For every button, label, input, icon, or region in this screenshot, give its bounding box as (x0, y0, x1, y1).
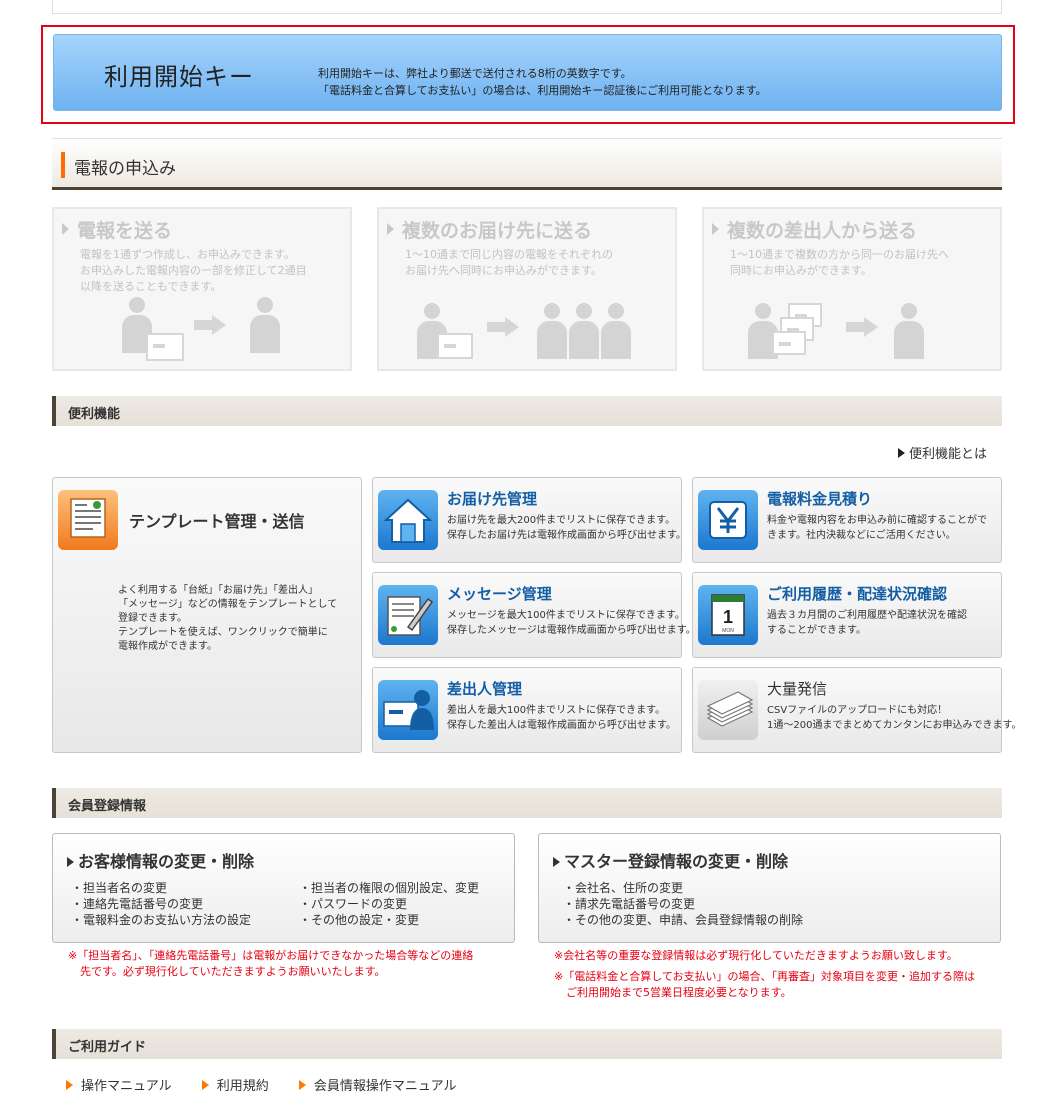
calendar-day: 1 (723, 607, 733, 627)
customer-info-title: お客様情報の変更・削除 (78, 852, 255, 871)
sender-card-icon (378, 680, 438, 740)
feature-title: お届け先管理 (447, 490, 538, 508)
member-section-header: 会員登録情報 (52, 788, 1002, 818)
arrow-icon (846, 317, 880, 337)
person-icon (537, 303, 567, 359)
sender-management-card[interactable]: 差出人管理 差出人を最大100件までリストに保存できます。 保存した差出人は電報… (372, 667, 682, 753)
yen-icon (698, 490, 758, 550)
person-icon (748, 303, 778, 359)
card-title: 複数のお届け先に送る (402, 220, 593, 242)
calendar-icon: 1 MON (698, 585, 758, 645)
accent-bar (61, 152, 65, 178)
message-management-card[interactable]: メッセージ管理 メッセージを最大100件までリストに保存できます。 保存したメッ… (372, 572, 696, 658)
list-item: ・担当者の権限の個別設定、変更 (299, 881, 480, 895)
list-item: ・請求先電話番号の変更 (563, 897, 696, 911)
application-section-header: 電報の申込み (52, 138, 1002, 190)
application-section-title: 電報の申込み (74, 159, 176, 179)
start-key-title: 利用開始キー (104, 63, 254, 91)
send-telegram-card[interactable]: 電報を送る 電報を1通ずつ作成し、お申込みできます。 お申込みした電報内容の一部… (52, 207, 352, 371)
start-key-description: 利用開始キーは、弊社より郵送で送付される8桁の英数字です。 「電話料金と合算して… (318, 67, 767, 97)
triangle-right-icon (66, 1080, 73, 1090)
master-info-title: マスター登録情報の変更・削除 (564, 852, 789, 871)
triangle-right-icon (67, 857, 74, 867)
convenience-section-header: 便利機能 (52, 396, 1002, 426)
card-description: 電報を1通ずつ作成し、お申込みできます。 お申込みした電報内容の一部を修正して2… (80, 248, 307, 293)
operation-manual-link[interactable]: 操作マニュアル (66, 1079, 172, 1094)
list-item: ・会社名、住所の変更 (563, 881, 684, 895)
card-title: 電報を送る (77, 220, 173, 242)
master-info-list: ・会社名、住所の変更 ・請求先電話番号の変更 ・その他の変更、申請、会員登録情報… (563, 880, 803, 928)
member-info-manual-link[interactable]: 会員情報操作マニュアル (298, 1079, 457, 1094)
guide-links: 操作マニュアル 利用規約 会員情報操作マニュアル (66, 1075, 483, 1094)
start-key-banner: 利用開始キー 利用開始キーは、弊社より郵送で送付される8桁の英数字です。 「電話… (53, 34, 1002, 111)
list-item: ・パスワードの変更 (299, 897, 408, 911)
guide-section-title: ご利用ガイド (68, 1040, 147, 1055)
envelope-icon (146, 333, 184, 361)
person-icon (569, 303, 599, 359)
arrow-icon (194, 315, 228, 335)
history-delivery-status-card[interactable]: 1 MON ご利用履歴・配達状況確認 過去３カ月間のご利用履歴や配達状況を確認 … (692, 572, 1002, 658)
feature-title: ご利用履歴・配達状況確認 (767, 585, 948, 603)
fee-estimate-card[interactable]: 電報料金見積り 料金や電報内容をお申込み前に確認することがで きます。社内決裁な… (692, 477, 1002, 563)
about-convenience-link[interactable]: 便利機能とは (898, 443, 987, 462)
customer-info-list-left: ・担当者名の変更 ・連絡先電話番号の変更 ・電報料金のお支払い方法の設定 (71, 880, 251, 928)
house-icon (378, 490, 438, 550)
template-description: よく利用する「台紙」「お届け先」「差出人」 「メッセージ」などの情報をテンプレー… (118, 585, 338, 652)
person-icon (601, 303, 631, 359)
person-icon (250, 297, 280, 353)
arrow-right-icon (62, 223, 69, 235)
arrow-right-icon (712, 223, 719, 235)
person-icon (894, 303, 924, 359)
list-item: ・連絡先電話番号の変更 (71, 897, 204, 911)
template-title: テンプレート管理・送信 (129, 512, 305, 531)
master-info-note-2: ※「電話料金と合算してお支払い」の場合、「再審査」対象項目を変更・追加する際は … (554, 970, 976, 999)
card-description: 1～10通まで同じ内容の電報をそれぞれの お届け先へ同時にお申込みができます。 (405, 248, 613, 277)
envelope-icon (772, 331, 806, 355)
send-multiple-recipients-card[interactable]: 複数のお届け先に送る 1～10通まで同じ内容の電報をそれぞれの お届け先へ同時に… (377, 207, 677, 371)
feature-title: 差出人管理 (447, 680, 523, 698)
arrow-right-icon (387, 223, 394, 235)
customer-info-list-right: ・担当者の権限の個別設定、変更 ・パスワードの変更 ・その他の設定・変更 (299, 880, 479, 928)
list-item: ・その他の設定・変更 (299, 913, 420, 927)
recipient-management-card[interactable]: お届け先管理 お届け先を最大200件までリストに保存できます。 保存したお届け先… (372, 477, 686, 563)
member-section-title: 会員登録情報 (68, 799, 147, 814)
feature-description: お届け先を最大200件までリストに保存できます。 保存したお届け先は電報作成画面… (447, 515, 686, 541)
feature-title: 大量発信 (767, 680, 828, 698)
customer-info-note: ※「担当者名」、「連絡先電話番号」は電報がお届けできなかった場合等などの連絡 先… (68, 949, 474, 978)
feature-description: 過去３カ月間のご利用履歴や配達状況を確認 することができます。 (767, 610, 967, 636)
bulk-send-card[interactable]: 大量発信 CSVファイルのアップロードにも対応！ 1通～200通までまとめてカン… (692, 667, 1021, 753)
master-info-note-1: ※会社名等の重要な登録情報は必ず現行化していただきますようお願い致します。 (554, 949, 958, 962)
terms-of-use-link[interactable]: 利用規約 (201, 1079, 269, 1094)
arrow-icon (487, 317, 521, 337)
send-multiple-senders-card[interactable]: 複数の差出人から送る 1～10通まで複数の方から同一のお届け先へ 同時にお申込み… (702, 207, 1002, 371)
feature-title: 電報料金見積り (767, 490, 873, 508)
feature-description: メッセージを最大100件までリストに保存できます。 保存したメッセージは電報作成… (447, 610, 696, 636)
feature-description: CSVファイルのアップロードにも対応！ 1通～200通までまとめてカンタンにお申… (767, 705, 1022, 731)
triangle-right-icon (298, 1080, 306, 1090)
guide-section-header: ご利用ガイド (52, 1029, 1002, 1059)
triangle-right-icon (201, 1080, 209, 1090)
paper-stack-icon (698, 680, 758, 740)
feature-title: メッセージ管理 (447, 585, 552, 603)
triangle-right-icon (553, 857, 560, 867)
envelope-icon (437, 333, 473, 359)
triangle-right-icon (898, 448, 905, 458)
convenience-section-title: 便利機能 (68, 407, 121, 422)
card-title: 複数の差出人から送る (727, 220, 918, 242)
template-document-icon (58, 490, 118, 550)
list-item: ・電報料金のお支払い方法の設定 (71, 913, 252, 927)
calendar-month: MON (722, 628, 734, 634)
card-description: 1～10通まで複数の方から同一のお届け先へ 同時にお申込みができます。 (730, 248, 949, 277)
template-management-card[interactable]: テンプレート管理・送信 よく利用する「台紙」「お届け先」「差出人」 「メッセージ… (52, 477, 362, 753)
customer-info-box[interactable]: お客様情報の変更・削除 ・担当者名の変更 ・連絡先電話番号の変更 ・電報料金のお… (52, 833, 515, 943)
list-item: ・その他の変更、申請、会員登録情報の削除 (563, 913, 804, 927)
list-item: ・担当者名の変更 (71, 881, 168, 895)
top-panel-edge (52, 0, 1002, 14)
pen-document-icon (378, 585, 438, 645)
feature-description: 差出人を最大100件までリストに保存できます。 保存した差出人は電報作成画面から… (447, 705, 676, 731)
feature-description: 料金や電報内容をお申込み前に確認することがで きます。社内決裁などにご活用くださ… (767, 515, 987, 541)
master-info-box[interactable]: マスター登録情報の変更・削除 ・会社名、住所の変更 ・請求先電話番号の変更 ・そ… (538, 833, 1001, 943)
